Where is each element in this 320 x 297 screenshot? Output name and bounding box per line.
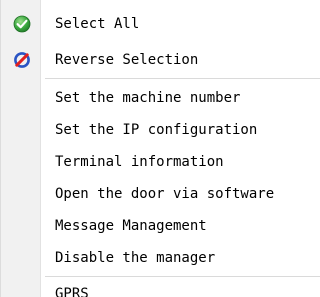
menu-item-label: Disable the manager [55,250,216,266]
menu-separator [45,78,320,79]
menu-item-label: Set the machine number [55,90,241,106]
menu-item-gprs[interactable]: GPRS [1,278,320,297]
menu-item-label: Message Management [55,218,207,234]
menu-separator [45,276,320,277]
menu-item-reverse-selection[interactable]: Reverse Selection [1,44,320,76]
menu-item-label: Terminal information [55,154,224,170]
menu-item-label: Open the door via software [55,186,275,202]
menu-item-label: Select All [55,16,140,32]
menu-item-open-door[interactable]: Open the door via software [1,178,320,210]
menu-item-set-ip-configuration[interactable]: Set the IP configuration [1,114,320,146]
menu-item-select-all[interactable]: Select All [1,8,320,40]
context-menu: Select All Reverse Selection Set the mac… [0,0,320,297]
check-circle-icon [13,15,31,33]
menu-item-label: Reverse Selection [55,52,199,68]
menu-item-message-management[interactable]: Message Management [1,210,320,242]
menu-item-terminal-information[interactable]: Terminal information [1,146,320,178]
menu-item-label: Set the IP configuration [55,122,258,138]
menu-item-disable-manager[interactable]: Disable the manager [1,242,320,274]
menu-item-label: GPRS [55,286,89,297]
no-entry-icon [14,52,30,68]
menu-item-set-machine-number[interactable]: Set the machine number [1,82,320,114]
